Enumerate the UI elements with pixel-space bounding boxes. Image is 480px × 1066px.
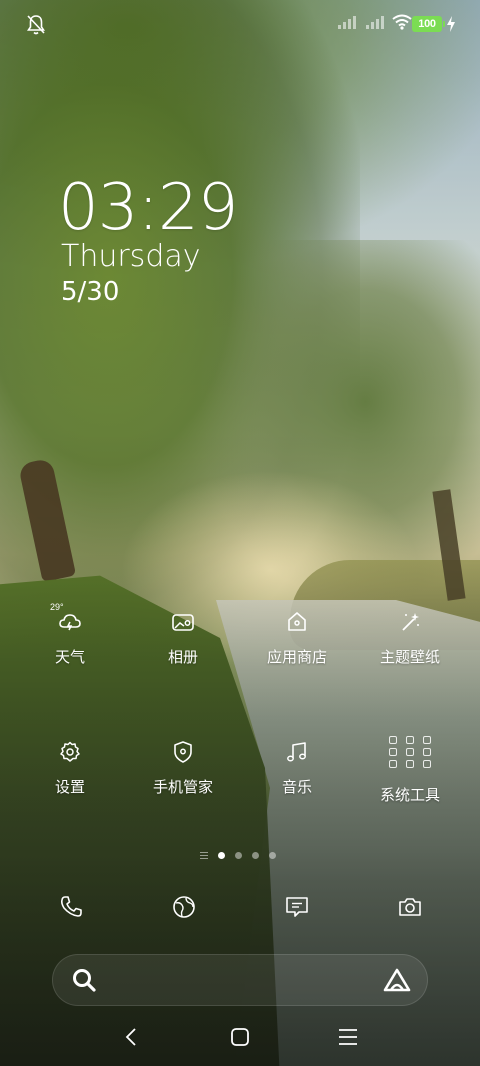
lock-clock-time[interactable]: 03:29 [58,170,238,246]
app-label: 主题壁纸 [379,649,440,666]
phone-icon[interactable] [58,894,84,920]
app-label: 系统工具 [379,787,440,804]
music-note-icon [283,738,311,766]
app-settings[interactable]: 设置 [10,738,130,797]
app-label: 天气 [54,649,85,666]
camera-icon[interactable] [397,894,423,920]
page-dot [252,852,259,859]
battery-icon: 100 [412,16,445,32]
battery-level: 100 [418,18,436,30]
bell-muted-icon [27,15,45,35]
clock-weekday: Thursday [61,239,201,274]
messages-icon[interactable] [284,894,310,920]
page-indicator[interactable] [200,852,276,859]
menu-icon[interactable] [337,1026,359,1048]
app-weather[interactable]: 29° 天气 [10,602,130,667]
home-icon[interactable] [229,1026,251,1048]
theme-wand-icon [396,608,424,636]
app-themes[interactable]: 主题壁纸 [350,608,470,667]
shield-icon [169,738,197,766]
page-dot-active [218,852,225,859]
search-icon[interactable] [70,966,98,994]
wifi-icon [392,14,412,30]
signal-icon [338,16,356,29]
tools-folder-icon [388,728,432,776]
app-label: 相册 [167,649,198,666]
signal-icon [366,16,384,29]
assistant-icon[interactable] [382,966,412,994]
clock-date: 5/30 [61,277,120,307]
search-bar[interactable] [52,954,428,1006]
browser-icon[interactable] [171,894,197,920]
app-label: 音乐 [281,779,312,796]
app-store-icon [283,608,311,636]
app-label: 应用商店 [266,649,327,666]
app-label: 手机管家 [152,779,213,796]
app-music[interactable]: 音乐 [237,738,357,797]
page-dot [269,852,276,859]
app-label: 设置 [54,779,85,796]
app-phone-manager[interactable]: 手机管家 [123,738,243,797]
gallery-icon [169,608,197,636]
charging-icon [447,16,455,32]
app-app-store[interactable]: 应用商店 [237,608,357,667]
weather-icon: 29° [50,602,84,636]
page-dot [235,852,242,859]
feed-page-indicator [200,852,208,859]
weather-temp: 29° [50,602,64,612]
app-gallery[interactable]: 相册 [123,608,243,667]
back-icon[interactable] [121,1026,143,1048]
app-system-tools-folder[interactable]: 系统工具 [350,728,470,805]
gear-icon [56,738,84,766]
status-bar: 100 [0,0,480,50]
